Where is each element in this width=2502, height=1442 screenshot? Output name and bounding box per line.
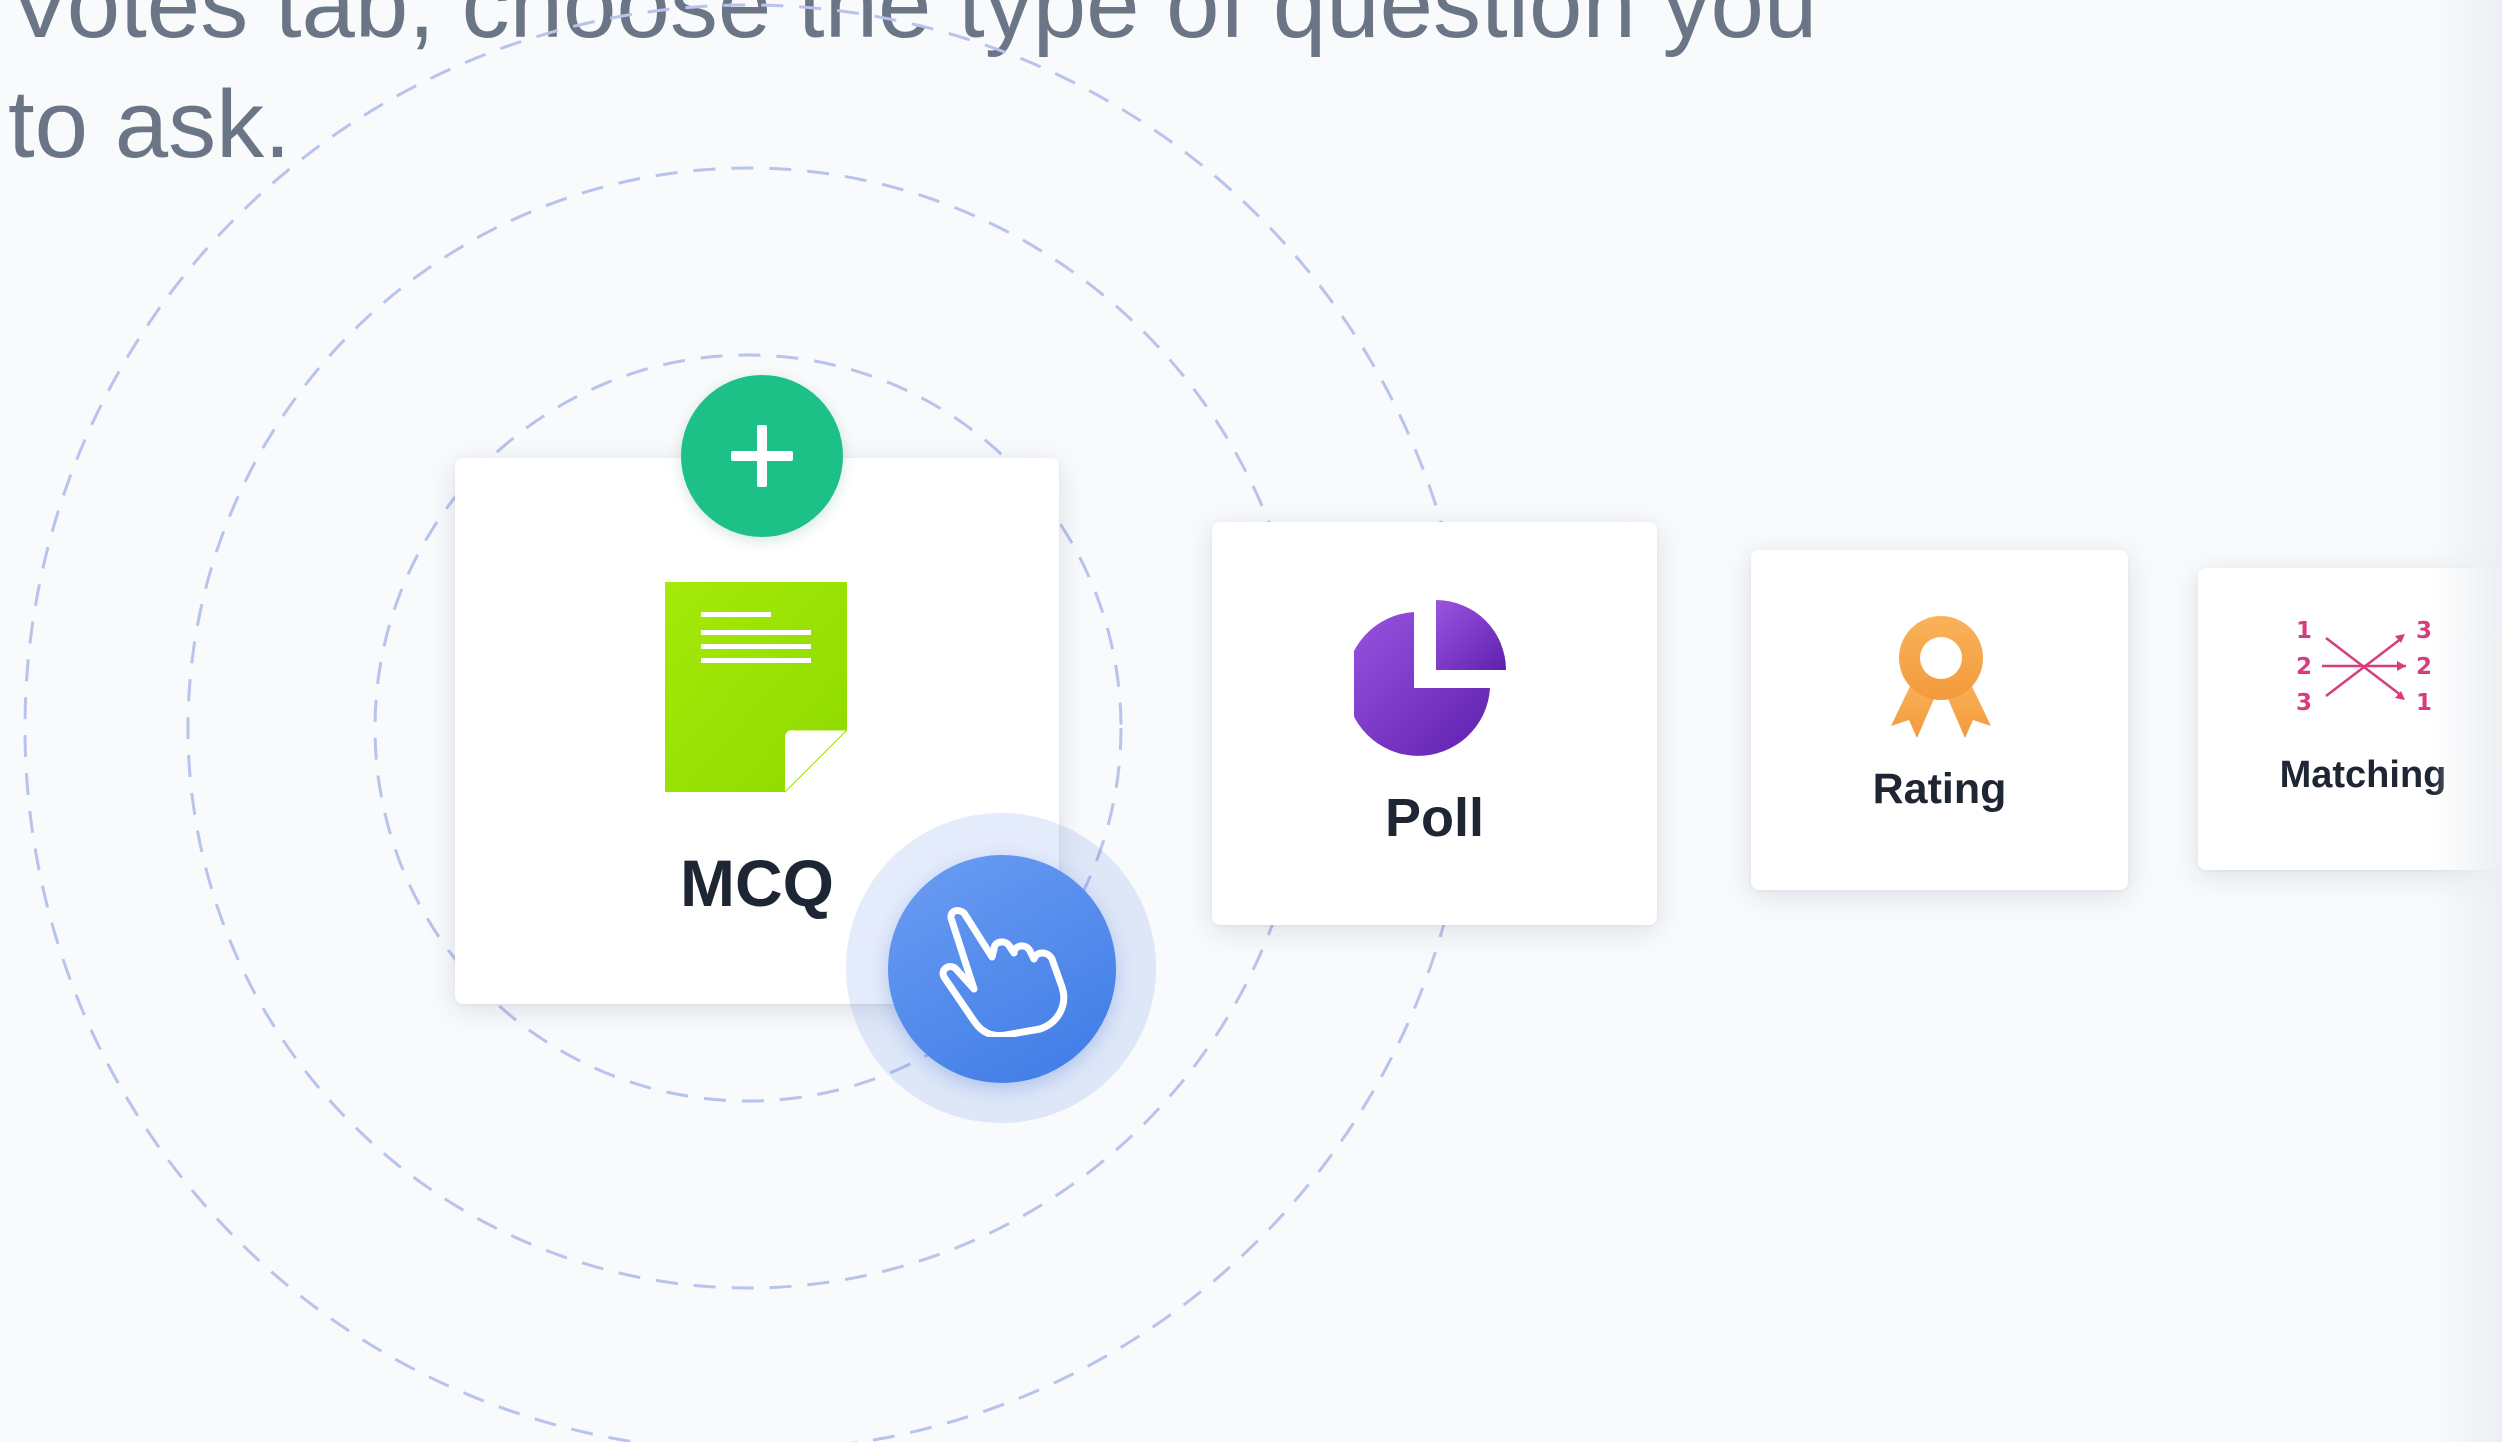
matching-label: Matching bbox=[2279, 754, 2447, 796]
plus-icon bbox=[731, 425, 793, 487]
matching-left-number: 3 bbox=[2296, 690, 2312, 716]
question-type-card-poll[interactable]: Poll bbox=[1212, 522, 1657, 925]
pie-chart-icon bbox=[1354, 600, 1506, 756]
matching-arrows-icon: 1 2 3 3 2 1 bbox=[2296, 618, 2432, 716]
document-icon bbox=[665, 582, 847, 792]
rating-label: Rating bbox=[1872, 765, 2007, 813]
add-question-button[interactable] bbox=[681, 375, 843, 537]
award-ribbon-icon bbox=[1891, 616, 1991, 738]
matching-right-number: 1 bbox=[2416, 690, 2432, 716]
matching-right-number: 3 bbox=[2416, 618, 2432, 644]
matching-left-number: 1 bbox=[2296, 618, 2312, 644]
pointer-hand-icon bbox=[939, 907, 1068, 1037]
matching-left-number: 2 bbox=[2296, 654, 2312, 680]
question-type-card-rating[interactable]: Rating bbox=[1751, 550, 2128, 890]
question-type-card-matching[interactable]: 1 2 3 3 2 1 Matching bbox=[2198, 568, 2502, 870]
matching-right-number: 2 bbox=[2416, 654, 2432, 680]
pointer-cursor bbox=[888, 855, 1116, 1083]
question-type-stage: Votes tab, choose the type of question y… bbox=[0, 0, 2502, 1442]
poll-label: Poll bbox=[1384, 788, 1484, 848]
